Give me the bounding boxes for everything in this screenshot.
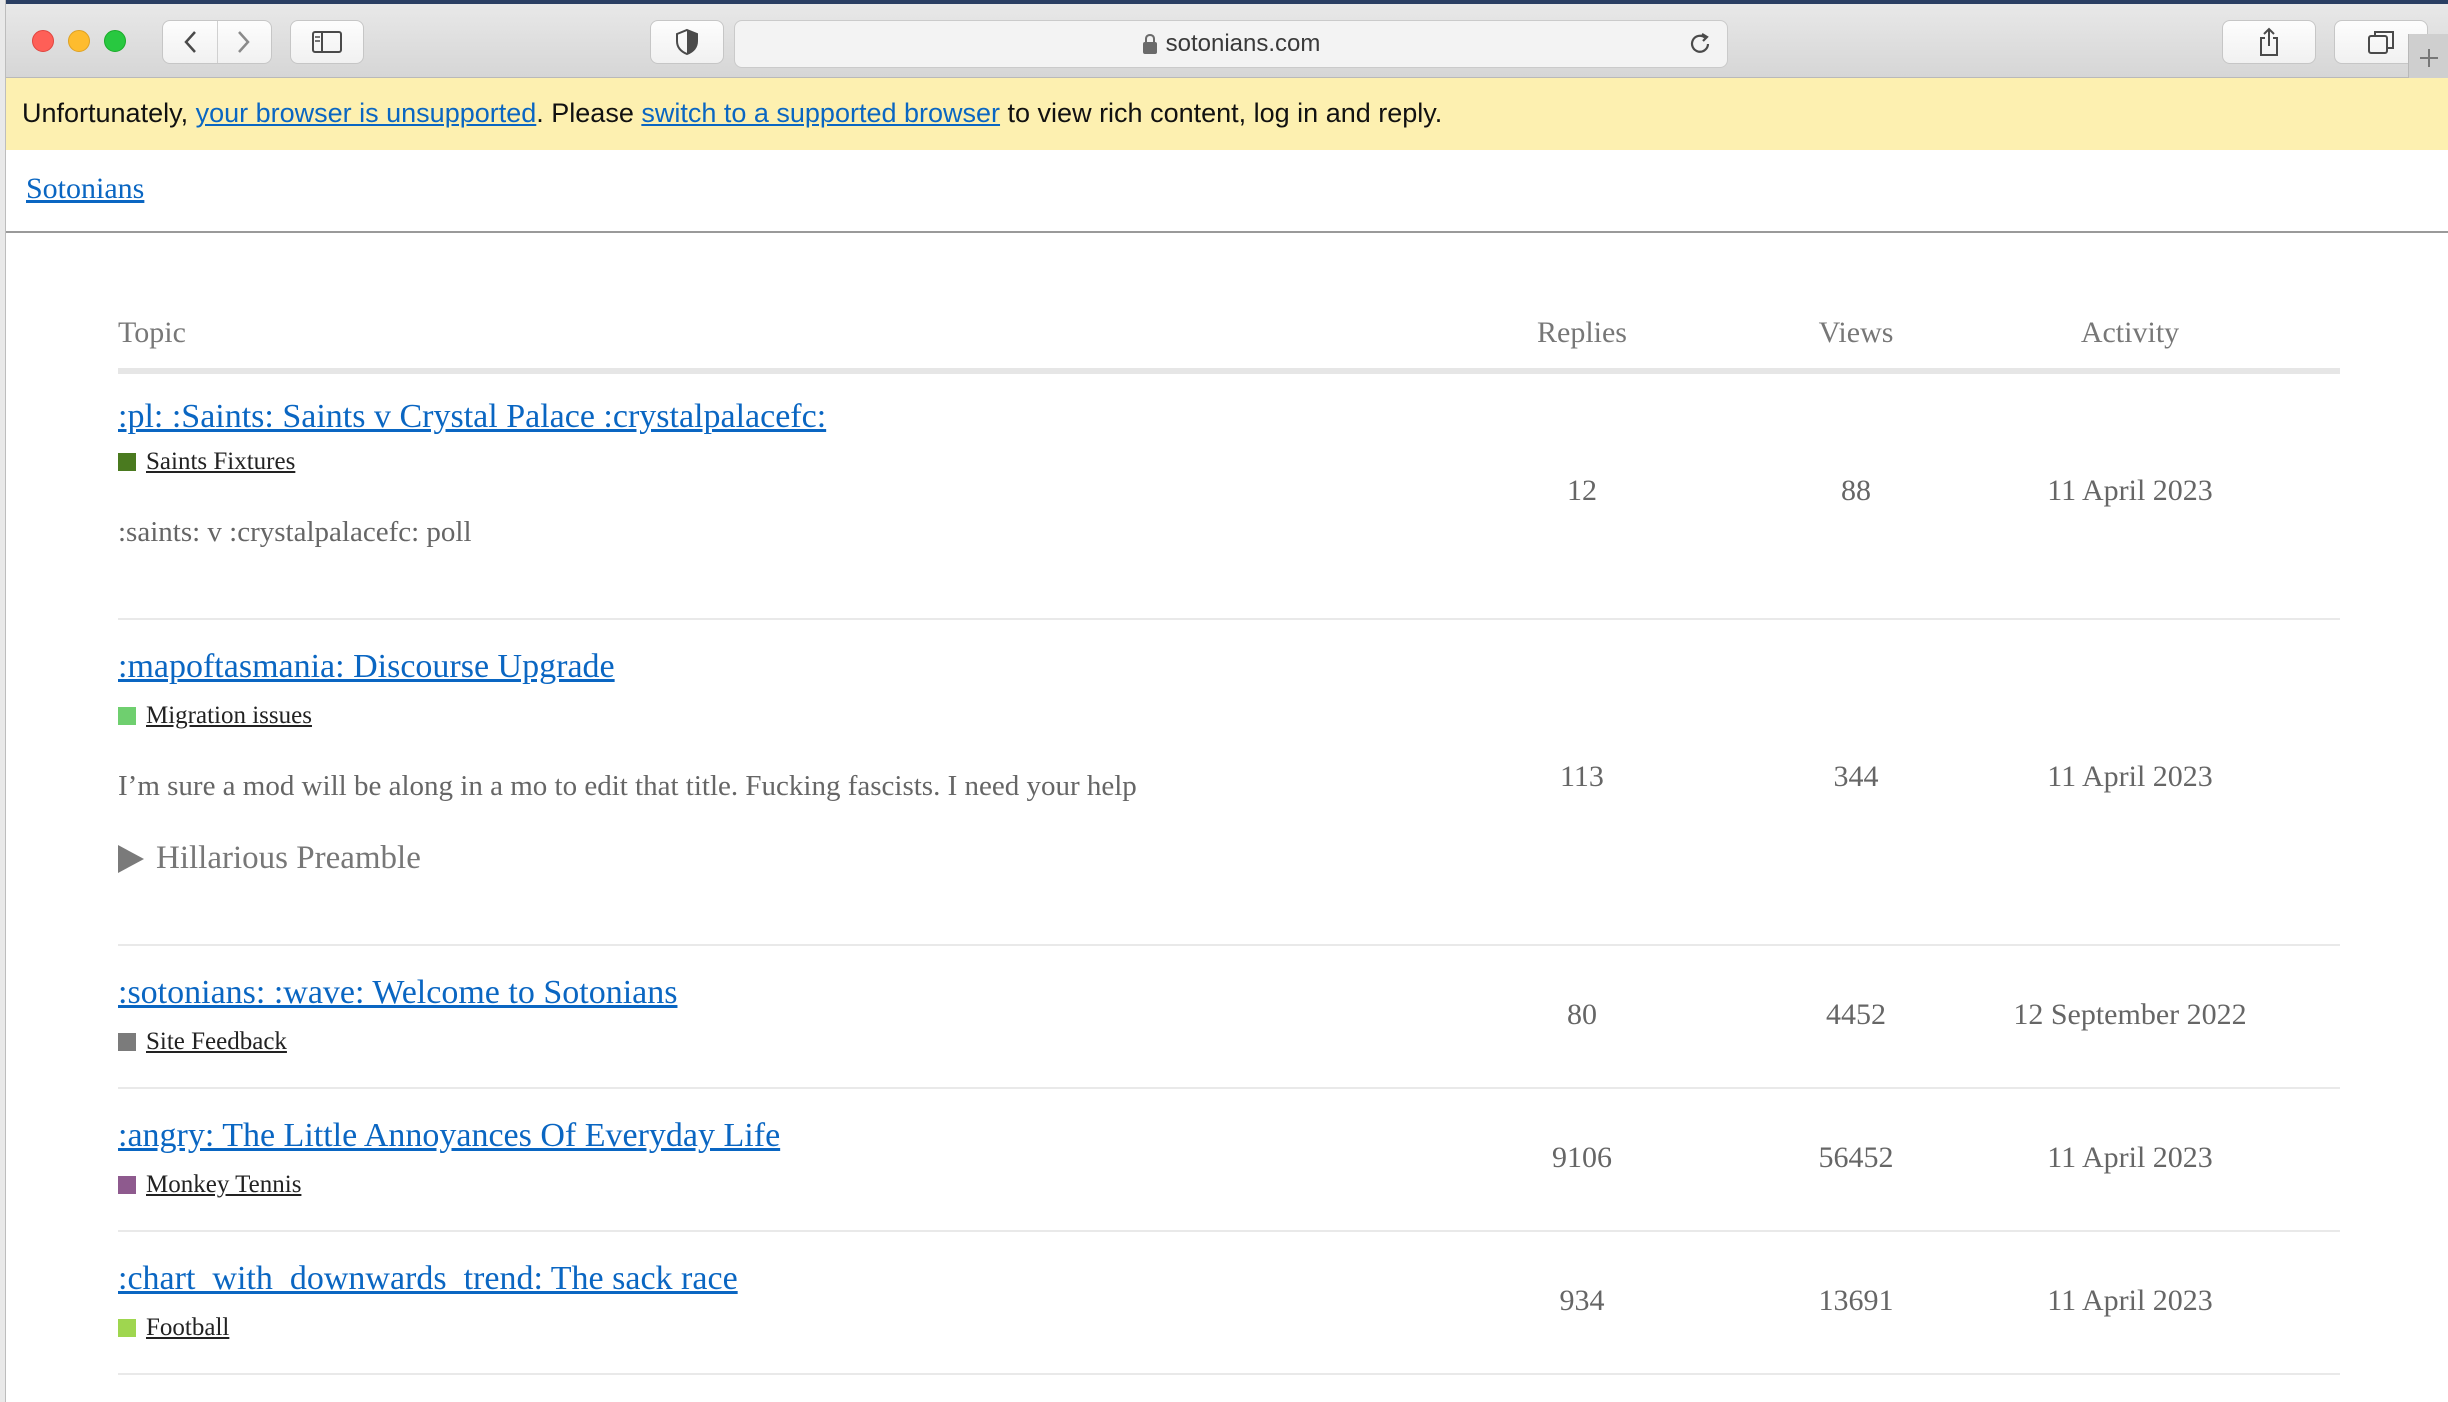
header-activity[interactable]: Activity (1980, 316, 2280, 350)
topic-activity[interactable]: 11 April 2023 (1980, 760, 2280, 794)
topic-views: 88 (1841, 474, 1871, 507)
back-button[interactable] (163, 21, 217, 63)
topic-row: :chart_with_downwards_trend: The sack ra… (118, 1232, 2340, 1375)
topic-replies: 113 (1560, 760, 1604, 793)
topic-activity[interactable]: 11 April 2023 (1980, 474, 2280, 508)
topic-title-link[interactable]: :angry: The Little Annoyances Of Everyda… (118, 1117, 780, 1155)
topic-replies: 9106 (1552, 1141, 1612, 1174)
address-bar[interactable]: sotonians.com (734, 20, 1728, 68)
share-button[interactable] (2222, 20, 2316, 64)
site-header: Sotonians (6, 150, 2448, 233)
topic-replies: 934 (1559, 1284, 1605, 1317)
close-window-button[interactable] (32, 30, 54, 52)
history-nav (162, 20, 272, 64)
tabs-icon (2368, 31, 2394, 54)
zoom-window-button[interactable] (104, 30, 126, 52)
topic-list: Topic Replies Views Activity :pl: :Saint… (118, 300, 2340, 1375)
topic-title-link[interactable]: :pl: :Saints: Saints v Crystal Palace :c… (118, 398, 826, 436)
topic-replies: 80 (1567, 998, 1597, 1031)
category-color-badge (118, 1033, 136, 1051)
topic-views: 56452 (1818, 1141, 1894, 1174)
lock-icon (1142, 33, 1158, 55)
topic-title-link[interactable]: :chart_with_downwards_trend: The sack ra… (118, 1260, 738, 1298)
topic-views: 4452 (1826, 998, 1886, 1031)
topic-excerpt: :saints: v :crystalpalacefc: poll (118, 516, 472, 548)
browser-toolbar: sotonians.com (6, 0, 2448, 82)
topic-views: 344 (1833, 760, 1879, 793)
disclosure-triangle-icon (118, 844, 144, 873)
topic-views: 13691 (1818, 1284, 1894, 1317)
category-name: Migration issues (146, 702, 312, 729)
category-name: Site Feedback (146, 1028, 287, 1055)
topic-category[interactable]: Football (118, 1314, 229, 1342)
reload-icon[interactable] (1687, 31, 1713, 64)
privacy-report-button[interactable] (650, 20, 724, 64)
sidebar-toggle-button[interactable] (290, 20, 364, 64)
header-topic[interactable]: Topic (118, 316, 186, 350)
topic-category[interactable]: Site Feedback (118, 1028, 287, 1056)
new-tab-button[interactable] (2408, 34, 2448, 82)
category-name: Monkey Tennis (146, 1171, 302, 1198)
share-icon (2260, 27, 2278, 56)
header-replies[interactable]: Replies (1432, 316, 1732, 350)
details-label: Hillarious Preamble (156, 840, 421, 876)
forward-button[interactable] (216, 21, 272, 63)
topic-activity[interactable]: 11 April 2023 (1980, 1141, 2280, 1175)
banner-suffix: to view rich content, log in and reply. (1000, 98, 1443, 128)
category-color-badge (118, 1319, 136, 1337)
category-color-badge (118, 707, 136, 725)
minimize-window-button[interactable] (68, 30, 90, 52)
browser-unsupported-link[interactable]: your browser is unsupported (196, 98, 537, 128)
unsupported-browser-banner: Unfortunately, your browser is unsupport… (6, 78, 2448, 150)
topic-replies: 12 (1567, 474, 1597, 507)
details-summary[interactable]: Hillarious Preamble (118, 840, 421, 877)
topic-category[interactable]: Migration issues (118, 702, 312, 730)
header-views[interactable]: Views (1706, 316, 2006, 350)
banner-middle: . Please (536, 98, 642, 128)
chevron-left-icon (184, 31, 196, 53)
topic-activity[interactable]: 11 April 2023 (1980, 1284, 2280, 1318)
sidebar-icon (312, 31, 342, 53)
category-color-badge (118, 1176, 136, 1194)
supported-browser-link[interactable]: switch to a supported browser (641, 98, 1000, 128)
chevron-right-icon (238, 31, 250, 53)
category-name: Football (146, 1314, 230, 1341)
topic-row: :angry: The Little Annoyances Of Everyda… (118, 1089, 2340, 1232)
category-color-badge (118, 453, 136, 471)
topic-row: :pl: :Saints: Saints v Crystal Palace :c… (118, 374, 2340, 620)
shield-icon (676, 28, 698, 56)
topic-category[interactable]: Monkey Tennis (118, 1171, 301, 1199)
category-name: Saints Fixtures (146, 448, 296, 475)
topic-row: :sotonians: :wave: Welcome to Sotonians … (118, 946, 2340, 1089)
topic-title-link[interactable]: :mapoftasmania: Discourse Upgrade (118, 648, 615, 686)
topic-title-link[interactable]: :sotonians: :wave: Welcome to Sotonians (118, 974, 677, 1012)
topic-row: :mapoftasmania: Discourse Upgrade Migrat… (118, 620, 2340, 946)
plus-icon (2419, 49, 2438, 67)
url-text: sotonians.com (1165, 30, 1321, 57)
site-home-link[interactable]: Sotonians (26, 172, 144, 206)
topic-excerpt: I’m sure a mod will be along in a mo to … (118, 770, 1137, 802)
topic-category[interactable]: Saints Fixtures (118, 448, 295, 476)
topic-activity[interactable]: 12 September 2022 (1980, 998, 2280, 1032)
banner-prefix: Unfortunately, (22, 98, 196, 128)
topic-list-header: Topic Replies Views Activity (118, 300, 2340, 374)
